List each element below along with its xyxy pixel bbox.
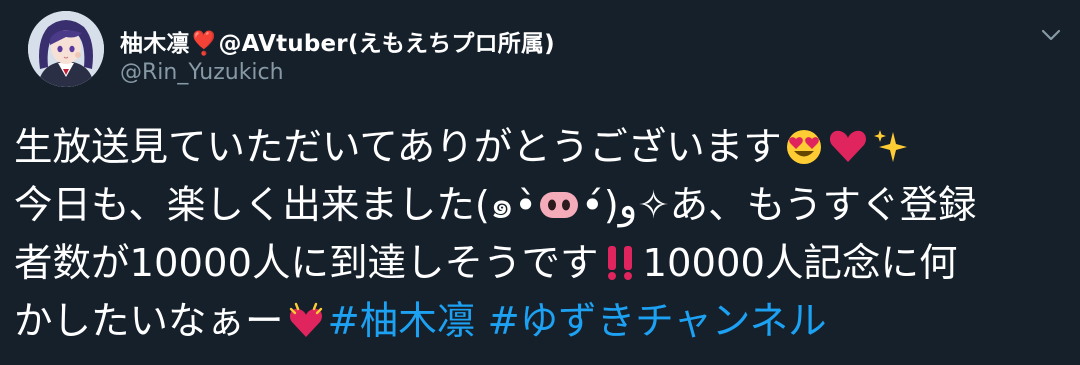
tweet-text-segment: 10000人記念に何 — [642, 241, 958, 286]
red-heart-emoji — [827, 126, 869, 166]
hashtag-link[interactable]: #ゆずきチャンネル — [488, 299, 827, 344]
author-display-name[interactable]: 柚木凛❣️@AVtuber(えもえちプロ所属) — [120, 24, 555, 58]
author-name-row[interactable]: 柚木凛❣️@AVtuber(えもえちプロ所属) — [120, 24, 555, 58]
tweet: 柚木凛❣️@AVtuber(えもえちプロ所属) @Rin_Yuzukich 生放… — [0, 0, 1080, 365]
avatar[interactable] — [28, 11, 104, 87]
tweet-line-1: 生放送見ていただいてありがとうございます — [14, 119, 1064, 177]
tweet-text-segment: かしたいなぁー — [14, 299, 284, 344]
author-handle[interactable]: @Rin_Yuzukich — [120, 60, 284, 85]
tweet-text-segment: 今日も、楽しく出来ました(๑•̀ — [14, 183, 538, 228]
double-exclamation-emoji — [599, 242, 641, 282]
tweet-text-segment: 生放送見ていただいてありがとうございます — [14, 125, 782, 170]
tweet-text: 生放送見ていただいてありがとうございます 今日も、楽しく出来ました(๑•̀ •́… — [14, 119, 1064, 351]
sparkles-emoji — [871, 126, 913, 166]
tweet-line-4: かしたいなぁー #柚木凛 #ゆずきチャンネル — [14, 293, 1064, 351]
tweet-line-3: 者数が10000人に到達しそうです 10000人記念に何 — [14, 235, 1064, 293]
tweet-line-2: 今日も、楽しく出来ました(๑•̀ •́)و✧あ、もうすぐ登録 — [14, 177, 1064, 235]
chevron-down-icon[interactable] — [1040, 27, 1062, 43]
hashtag-link[interactable]: #柚木凛 — [328, 299, 476, 344]
tweet-text-segment: 者数が10000人に到達しそうです — [14, 241, 599, 286]
ringing-heart-emoji — [285, 300, 327, 340]
pig-nose-emoji — [538, 184, 580, 224]
tweet-text-segment: •́)و✧あ、もうすぐ登録 — [581, 183, 977, 228]
heart-eyes-emoji — [783, 126, 825, 166]
